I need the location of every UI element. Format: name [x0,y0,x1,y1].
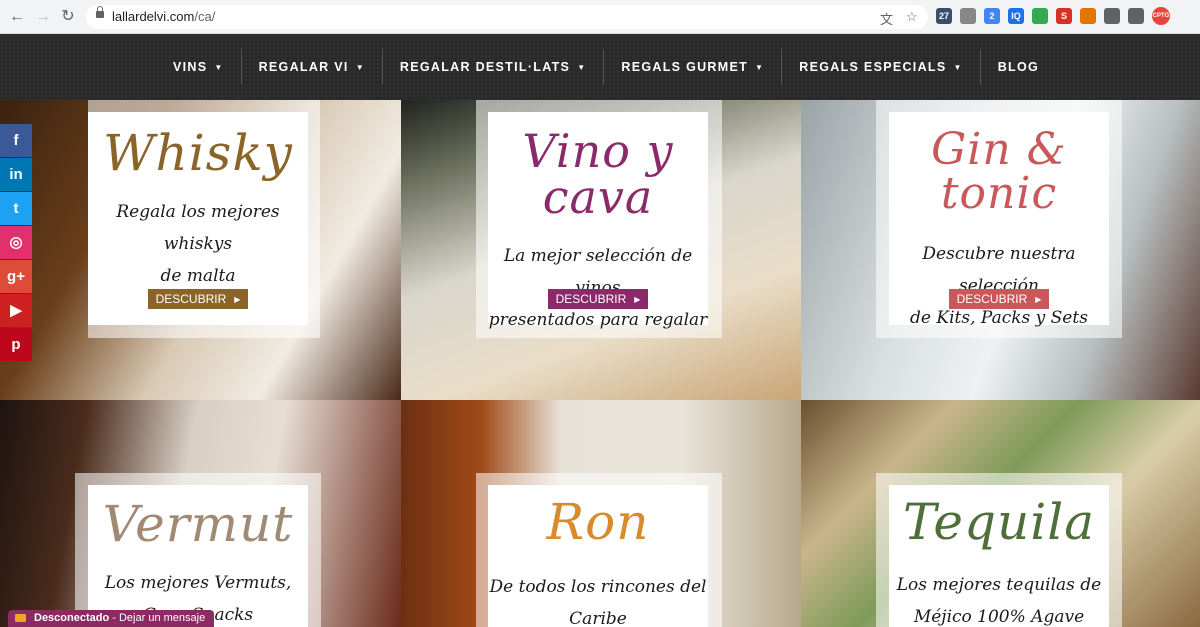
play-icon: ▶ [634,295,641,304]
rum-title: Ron [546,493,650,551]
extensions-icon[interactable] [1104,8,1120,24]
vermut-card[interactable]: Vermut Los mejores Vermuts, C... y Snack… [0,400,401,627]
nav-item-label: REGALAR DESTIL·LATS [399,60,571,74]
tequila-panel: Tequila Los mejores tequilas de Méjico 1… [889,485,1109,627]
tequila-card[interactable]: Tequila Los mejores tequilas de Méjico 1… [801,400,1200,627]
caret-down-icon: ▼ [355,63,365,72]
nav-item-regalar-destil-lats[interactable]: REGALAR DESTIL·LATS ▼ [383,49,605,85]
gin-tonic-title: Gin & tonic [931,124,1067,219]
chat-leave-message-link[interactable]: Dejar un mensaje [119,612,205,624]
category-grid: Whisky Regala los mejores whiskys de mal… [0,100,1200,627]
nav-item-label: REGALS GURMET [621,60,749,74]
nav-item-label: REGALAR VI [258,60,349,74]
nav-item-label: REGALS ESPECIALS [799,60,947,74]
translate-icon[interactable]: 文 [880,9,893,28]
rum-desc-2: Caribe [569,609,627,627]
rum-card[interactable]: Ron De todos los rincones del Caribe [401,400,801,627]
whisky-desc-2: de malta [160,266,236,286]
play-icon: ▶ [1035,295,1042,304]
iq-ext-icon[interactable]: IQ [1008,8,1024,24]
linkedin-icon[interactable]: in [0,158,32,191]
youtube-icon[interactable]: ▶ [0,294,32,327]
whisky-discover-button[interactable]: DESCUBRIR ▶ [148,289,248,309]
gin-tonic-panel: Gin & tonic Descubre nuestra selección d… [889,112,1109,328]
nav-item-regalar-vi[interactable]: REGALAR VI ▼ [242,49,383,85]
caret-down-icon: ▼ [953,63,963,72]
wine-title: Vino y cava [522,124,674,224]
wine-discover-button[interactable]: DESCUBRIR ▶ [548,289,648,309]
envelope-icon [15,614,26,622]
rum-desc-1: De todos los rincones del [489,577,707,597]
site-navbar: VINS ▼ REGALAR VI ▼ REGALAR DESTIL·LATS ▼ REGA… [0,34,1200,100]
nav-item-regals-gurmet[interactable]: REGALS GURMET ▼ [604,49,783,85]
tequila-desc-2: Méjico 100% Agave [913,607,1085,627]
s-ext-icon[interactable]: S [1056,8,1072,24]
wine-panel: Vino y cava La mejor selección de vinos … [488,112,708,330]
lock-icon[interactable] [96,6,104,18]
pinterest-icon[interactable]: p [0,328,32,361]
gin-tonic-card[interactable]: Gin & tonic Descubre nuestra selección d… [801,100,1200,400]
playlist-icon[interactable] [1128,8,1144,24]
instagram-icon[interactable]: ◎ [0,226,32,259]
nav-item-vins[interactable]: VINS ▼ [156,49,242,85]
whisky-panel: Whisky Regala los mejores whiskys de mal… [88,112,308,325]
social-sidebar: f in t ◎ g+ ▶ p [0,124,32,362]
bookmark-star-icon[interactable]: ☆ [906,9,918,25]
whisky-title: Whisky [103,124,293,182]
chat-ext-icon[interactable] [1032,8,1048,24]
profile-avatar[interactable]: CPTG [1152,7,1170,25]
arrows-ext-icon[interactable] [1080,8,1096,24]
caret-down-icon: ▼ [577,63,587,72]
facebook-icon[interactable]: f [0,124,32,157]
reload-icon[interactable]: ↻ [57,6,79,28]
calendar-ext-icon[interactable]: 27 [936,8,952,24]
whisky-desc-1: Regala los mejores whiskys [116,202,280,254]
caret-down-icon: ▼ [214,63,224,72]
address-bar[interactable]: lallardelvi.com/ca/ 文 ☆ [86,5,928,29]
tequila-desc-1: Los mejores tequilas de [896,575,1102,595]
puzzle-ext-icon[interactable]: 2 [984,8,1000,24]
browser-toolbar: ← → ↻ lallardelvi.com/ca/ 文 ☆ 27 2 IQ S CPTG [0,0,1200,34]
gin-tonic-discover-button[interactable]: DESCUBRIR ▶ [949,289,1049,309]
chat-separator: - [109,612,119,624]
play-icon: ▶ [234,295,241,304]
forward-icon[interactable]: → [32,6,54,28]
whisky-card[interactable]: Whisky Regala los mejores whiskys de mal… [0,100,401,400]
twitter-icon[interactable]: t [0,192,32,225]
nav-item-label: VINS [173,60,208,74]
chat-status: Desconectado [34,612,110,624]
vermut-title: Vermut [102,495,294,553]
tequila-title: Tequila [902,493,1096,551]
nav-item-blog[interactable]: BLOG [981,49,1056,85]
main-menu: VINS ▼ REGALAR VI ▼ REGALAR DESTIL·LATS ▼ REGA… [156,34,1056,100]
back-icon[interactable]: ← [6,6,28,28]
wine-card[interactable]: Vino y cava La mejor selección de vinos … [401,100,801,400]
caret-down-icon: ▼ [755,63,765,72]
vermut-desc-1: Los mejores Vermuts, [104,573,292,593]
vermut-panel: Vermut Los mejores Vermuts, C... y Snack… [88,485,308,627]
googleplus-icon[interactable]: g+ [0,260,32,293]
circle-ext-icon[interactable] [960,8,976,24]
rum-panel: Ron De todos los rincones del Caribe [488,485,708,627]
chat-widget-tab[interactable]: Desconectado - Dejar un mensaje [8,610,214,627]
nav-item-regals-especials[interactable]: REGALS ESPECIALS ▼ [782,49,981,85]
nav-item-label: BLOG [997,60,1040,74]
url-text[interactable]: lallardelvi.com/ca/ [112,9,215,24]
